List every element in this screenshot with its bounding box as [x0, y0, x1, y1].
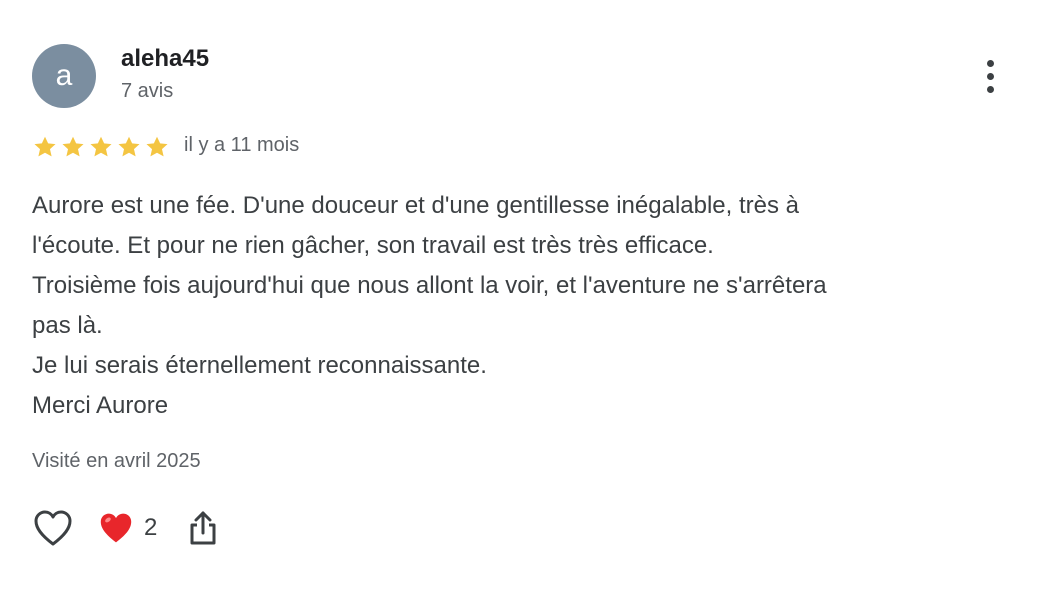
more-vert-icon — [986, 59, 994, 67]
star-icon — [90, 136, 112, 157]
star-icon — [34, 136, 56, 157]
more-options-button[interactable] — [974, 58, 1006, 94]
reaction-count: 2 — [144, 514, 158, 541]
reaction-button[interactable]: 2 — [98, 511, 157, 545]
author-name[interactable]: aleha45 — [121, 45, 209, 73]
review-line: Merci Aurore — [32, 392, 169, 419]
avatar-initial: a — [55, 59, 73, 92]
more-vert-icon-dot — [986, 85, 994, 93]
share-button[interactable] — [185, 507, 221, 549]
star-icon — [62, 136, 84, 157]
review-line: pas là. — [32, 312, 103, 339]
avatar[interactable]: a — [32, 44, 96, 108]
review-date: il y a 11 mois — [184, 134, 300, 156]
like-button[interactable] — [32, 507, 74, 549]
heart-outline-icon — [34, 510, 72, 546]
star-rating — [32, 134, 170, 160]
review-line: Je lui serais éternellement reconnaissan… — [32, 352, 487, 379]
review-line: Troisième fois aujourd'hui que nous allo… — [32, 272, 827, 299]
review-actions: 2 — [32, 506, 221, 550]
red-heart-icon — [100, 513, 132, 543]
star-icon — [146, 136, 168, 157]
author-review-count: 7 avis — [121, 80, 174, 102]
more-vert-icon-dot — [986, 72, 994, 80]
star-icon — [118, 136, 140, 157]
review-text: Aurore est une fée. D'une douceur et d'u… — [32, 186, 992, 426]
review-line: l'écoute. Et pour ne rien gâcher, son tr… — [32, 232, 714, 259]
share-icon — [190, 511, 216, 545]
visit-date: Visité en avril 2025 — [32, 450, 201, 472]
review-line: Aurore est une fée. D'une douceur et d'u… — [32, 192, 800, 219]
